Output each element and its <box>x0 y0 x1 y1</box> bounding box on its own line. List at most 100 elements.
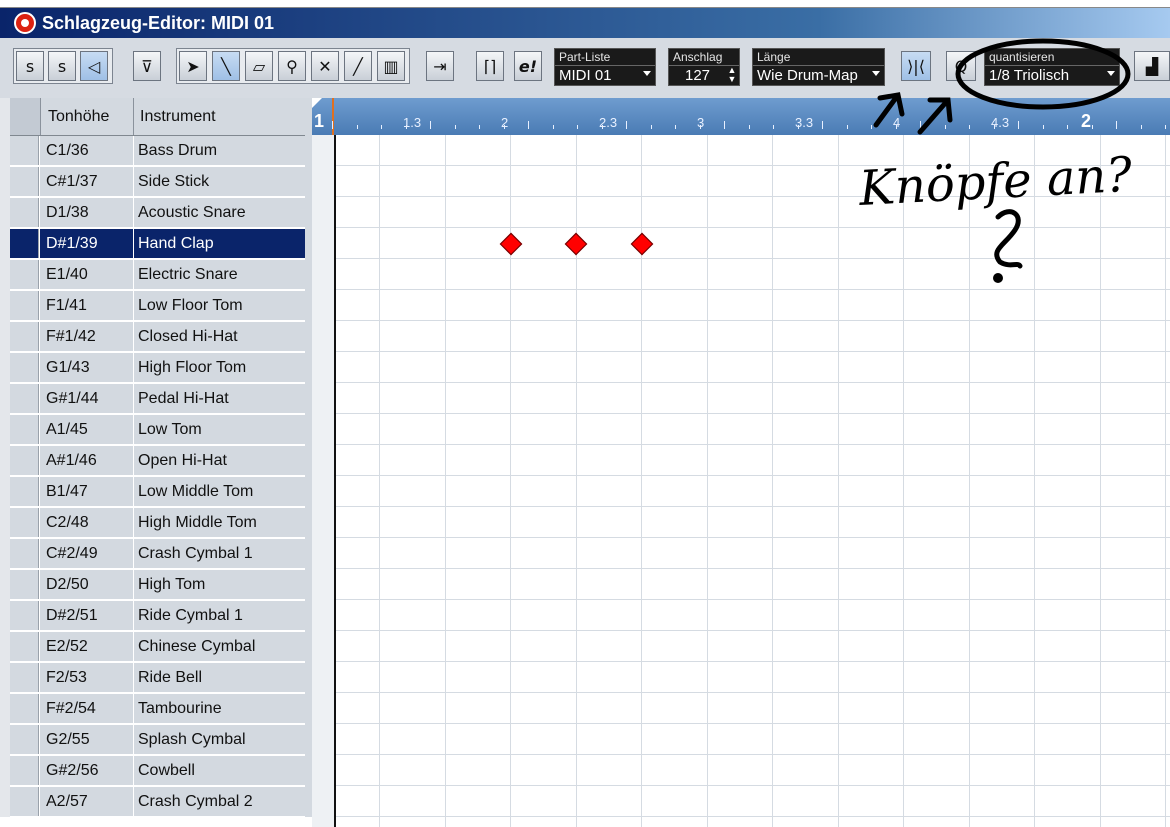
pitch-column-header[interactable]: Tonhöhe <box>48 108 109 126</box>
row-instrument[interactable]: Cowbell <box>134 756 305 785</box>
list-row[interactable]: G#2/56 Cowbell <box>0 755 312 786</box>
solo-icon[interactable]: s <box>16 51 44 81</box>
row-gutter[interactable] <box>10 725 39 754</box>
row-instrument[interactable]: Bass Drum <box>134 136 305 165</box>
row-instrument[interactable]: Hand Clap <box>134 229 305 258</box>
row-instrument[interactable]: Pedal Hi-Hat <box>134 384 305 413</box>
row-pitch[interactable]: C#1/37 <box>40 167 133 196</box>
list-row[interactable]: G#1/44 Pedal Hi-Hat <box>0 383 312 414</box>
row-instrument[interactable]: Ride Cymbal 1 <box>134 601 305 630</box>
edit-in-place-button[interactable]: e! <box>514 51 542 81</box>
row-pitch[interactable]: F2/53 <box>40 663 133 692</box>
line-tool-icon[interactable]: ╱ <box>344 51 372 81</box>
row-instrument[interactable]: High Floor Tom <box>134 353 305 382</box>
playhead-cursor[interactable] <box>332 98 334 135</box>
row-pitch[interactable]: G2/55 <box>40 725 133 754</box>
row-gutter[interactable] <box>10 384 39 413</box>
arrow-tool-icon[interactable]: ➤ <box>179 51 207 81</box>
list-row[interactable]: F1/41 Low Floor Tom <box>0 290 312 321</box>
row-gutter[interactable] <box>10 136 39 165</box>
row-gutter[interactable] <box>10 508 39 537</box>
list-row[interactable]: E2/52 Chinese Cymbal <box>0 631 312 662</box>
row-pitch[interactable]: C1/36 <box>40 136 133 165</box>
list-row[interactable]: C1/36 Bass Drum <box>0 135 312 166</box>
row-gutter[interactable] <box>10 539 39 568</box>
colors-icon[interactable]: ▟ <box>1134 51 1170 81</box>
row-pitch[interactable]: G1/43 <box>40 353 133 382</box>
list-row[interactable]: C#1/37 Side Stick <box>0 166 312 197</box>
show-info-icon[interactable]: ⊽ <box>133 51 161 81</box>
row-gutter[interactable] <box>10 756 39 785</box>
row-gutter[interactable] <box>10 260 39 289</box>
list-row[interactable]: F#1/42 Closed Hi-Hat <box>0 321 312 352</box>
row-pitch[interactable]: A1/45 <box>40 415 133 444</box>
list-row[interactable]: A#1/46 Open Hi-Hat <box>0 445 312 476</box>
speaker-icon[interactable]: ◁ <box>80 51 108 81</box>
list-row[interactable]: C2/48 High Middle Tom <box>0 507 312 538</box>
velocity-field[interactable]: Anschlag 127 ▲ ▼ <box>668 48 740 86</box>
list-row[interactable]: E1/40 Electric Snare <box>0 259 312 290</box>
window-titlebar[interactable]: Schlagzeug-Editor: MIDI 01 <box>0 8 1170 38</box>
row-gutter[interactable] <box>10 198 39 227</box>
indep-track-loop-icon[interactable]: ⌈⌉ <box>476 51 504 81</box>
comb-tool-icon[interactable]: ▥ <box>377 51 405 81</box>
list-row[interactable]: C#2/49 Crash Cymbal 1 <box>0 538 312 569</box>
row-pitch[interactable]: D1/38 <box>40 198 133 227</box>
row-pitch[interactable]: G#1/44 <box>40 384 133 413</box>
row-instrument[interactable]: Splash Cymbal <box>134 725 305 754</box>
row-pitch[interactable]: B1/47 <box>40 477 133 506</box>
row-gutter[interactable] <box>10 353 39 382</box>
length-select[interactable]: Länge Wie Drum-Map <box>752 48 885 86</box>
instrument-column-header[interactable]: Instrument <box>140 108 216 126</box>
row-instrument[interactable]: Low Floor Tom <box>134 291 305 320</box>
row-gutter[interactable] <box>10 632 39 661</box>
magnifier-tool-icon[interactable]: ⚲ <box>278 51 306 81</box>
row-instrument[interactable]: Low Middle Tom <box>134 477 305 506</box>
row-instrument[interactable]: Open Hi-Hat <box>134 446 305 475</box>
list-row[interactable]: D#1/39 Hand Clap <box>0 228 312 259</box>
list-row[interactable]: A1/45 Low Tom <box>0 414 312 445</box>
row-instrument[interactable]: High Tom <box>134 570 305 599</box>
row-gutter[interactable] <box>10 446 39 475</box>
mute-tool-icon[interactable]: ✕ <box>311 51 339 81</box>
row-pitch[interactable]: F1/41 <box>40 291 133 320</box>
column-divider[interactable] <box>133 98 134 135</box>
quantize-type-icon[interactable]: Q <box>946 51 976 81</box>
row-pitch[interactable]: D#1/39 <box>40 229 133 258</box>
list-row[interactable]: A2/57 Crash Cymbal 2 <box>0 786 312 817</box>
acoustic-feedback-icon[interactable]: s <box>48 51 76 81</box>
row-pitch[interactable]: F#2/54 <box>40 694 133 723</box>
ruler[interactable]: 1 1.3 2 2.3 3 3.3 4 4.3 2 <box>312 98 1170 135</box>
row-instrument[interactable]: Electric Snare <box>134 260 305 289</box>
row-pitch[interactable]: F#1/42 <box>40 322 133 351</box>
part-list-select[interactable]: Part-Liste MIDI 01 <box>554 48 656 86</box>
list-row[interactable]: D2/50 High Tom <box>0 569 312 600</box>
row-gutter[interactable] <box>10 322 39 351</box>
row-gutter[interactable] <box>10 787 39 816</box>
row-instrument[interactable]: Low Tom <box>134 415 305 444</box>
row-gutter[interactable] <box>10 291 39 320</box>
row-pitch[interactable]: E2/52 <box>40 632 133 661</box>
row-gutter[interactable] <box>10 663 39 692</box>
row-gutter[interactable] <box>10 477 39 506</box>
drum-grid[interactable]: 1 1.3 2 2.3 3 3.3 4 4.3 2 <box>312 98 1170 827</box>
row-pitch[interactable]: C2/48 <box>40 508 133 537</box>
drumstick-tool-icon[interactable]: ╲ <box>212 51 240 81</box>
quantize-select[interactable]: quantisieren 1/8 Triolisch <box>984 48 1120 86</box>
row-pitch[interactable]: C#2/49 <box>40 539 133 568</box>
row-instrument[interactable]: Crash Cymbal 2 <box>134 787 305 816</box>
row-instrument[interactable]: High Middle Tom <box>134 508 305 537</box>
row-instrument[interactable]: Chinese Cymbal <box>134 632 305 661</box>
row-pitch[interactable]: G#2/56 <box>40 756 133 785</box>
row-gutter[interactable] <box>10 229 39 258</box>
spin-arrows-icon[interactable]: ▲ ▼ <box>727 66 737 84</box>
eraser-tool-icon[interactable]: ▱ <box>245 51 273 81</box>
list-row[interactable]: G2/55 Splash Cymbal <box>0 724 312 755</box>
row-gutter[interactable] <box>10 694 39 723</box>
autoscroll-icon[interactable]: ⇥ <box>426 51 454 81</box>
row-instrument[interactable]: Closed Hi-Hat <box>134 322 305 351</box>
row-pitch[interactable]: E1/40 <box>40 260 133 289</box>
list-row[interactable]: G1/43 High Floor Tom <box>0 352 312 383</box>
row-pitch[interactable]: D2/50 <box>40 570 133 599</box>
row-pitch[interactable]: A#1/46 <box>40 446 133 475</box>
